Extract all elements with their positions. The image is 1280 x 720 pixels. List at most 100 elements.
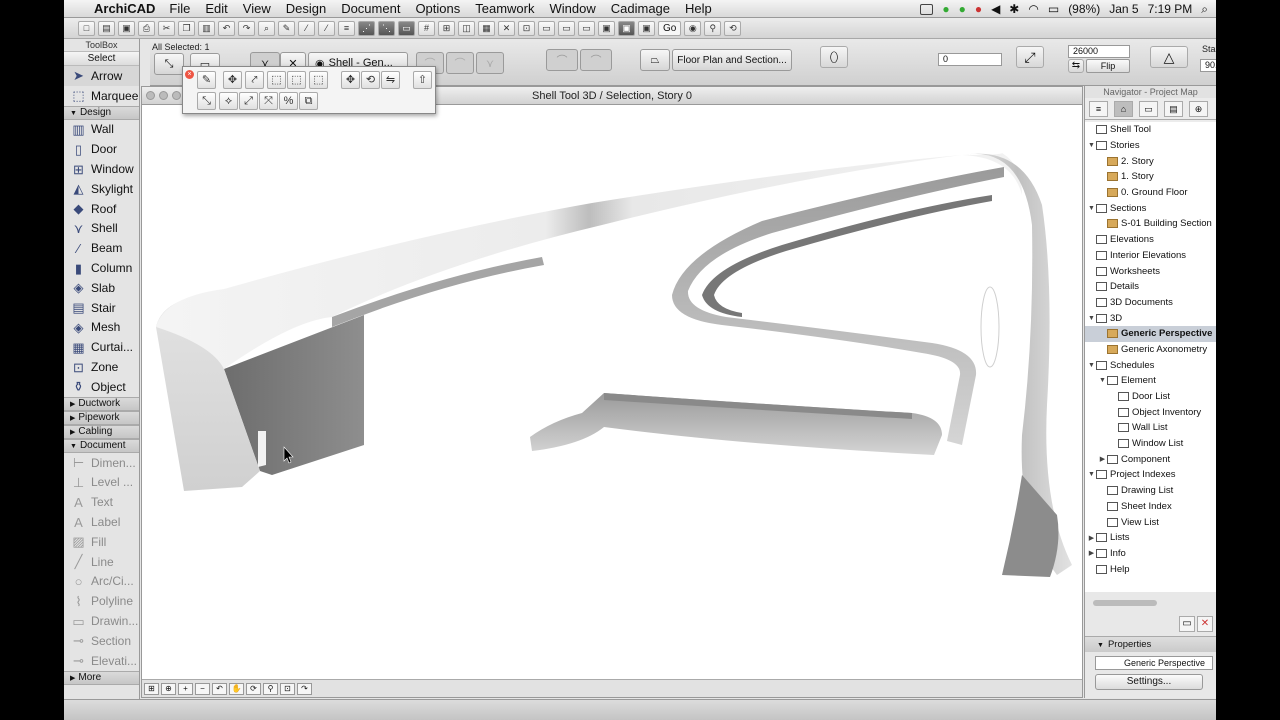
zoom-fit-icon[interactable]: ⊞: [144, 682, 159, 695]
layout-book-tab-icon[interactable]: ▤: [1164, 100, 1183, 117]
rotate-icon[interactable]: ⟲: [361, 71, 380, 89]
selection-settings-button[interactable]: ⤡: [154, 53, 184, 75]
tool-roof[interactable]: ◆ Roof: [64, 199, 139, 219]
view-3d-icon[interactable]: ▣: [598, 20, 615, 36]
tree-item[interactable]: Generic Axonometry: [1085, 342, 1216, 358]
tree-item[interactable]: ▼ Element: [1085, 373, 1216, 389]
drag-icon[interactable]: ✥: [341, 71, 360, 89]
close-window-button[interactable]: [146, 91, 155, 100]
navigator-menu-icon[interactable]: ≡: [1089, 100, 1108, 117]
tree-item[interactable]: 1. Story: [1085, 169, 1216, 185]
multiply-icon[interactable]: %: [279, 92, 298, 110]
tree-item[interactable]: View List: [1085, 514, 1216, 530]
triangle-down-icon[interactable]: ▼: [1087, 205, 1096, 212]
triangle-right-icon[interactable]: ▶: [1098, 455, 1107, 463]
gravity-icon[interactable]: ⋱: [378, 20, 395, 36]
tree-item[interactable]: Object Inventory: [1085, 404, 1216, 420]
offset-edge-icon[interactable]: ⬚: [267, 71, 286, 89]
evernote-status-icon[interactable]: ●: [942, 2, 949, 16]
triangle-down-icon[interactable]: ▼: [1087, 362, 1096, 369]
grid-snap-icon[interactable]: #: [418, 20, 435, 36]
go-dropdown[interactable]: Go: [658, 20, 682, 36]
tree-item[interactable]: Drawing List: [1085, 483, 1216, 499]
mirror-icon[interactable]: ⇋: [381, 71, 400, 89]
orbit-icon[interactable]: ⟲: [724, 20, 742, 36]
menu-file[interactable]: File: [169, 1, 190, 16]
copy-icon[interactable]: ❐: [178, 20, 195, 36]
new-file-icon[interactable]: □: [78, 20, 95, 36]
record-status-icon[interactable]: ●: [975, 2, 982, 16]
fit-icon[interactable]: ⊡: [518, 20, 535, 36]
3d-viewport[interactable]: [142, 105, 1082, 679]
thickness-field[interactable]: 26000: [1068, 45, 1130, 58]
menu-document[interactable]: Document: [341, 1, 400, 16]
zoom-window-button[interactable]: [172, 91, 181, 100]
menu-options[interactable]: Options: [415, 1, 460, 16]
delete-icon[interactable]: ✕: [1197, 616, 1213, 632]
bluetooth-icon[interactable]: ✱: [1009, 2, 1019, 16]
triangle-down-icon[interactable]: ▼: [1098, 377, 1107, 384]
tool-dimension[interactable]: ⊢ Dimen...: [64, 453, 139, 473]
explode-icon[interactable]: ⤧: [259, 92, 278, 110]
pen-icon[interactable]: ✎: [278, 20, 295, 36]
tool-drawing[interactable]: ▭ Drawin...: [64, 611, 139, 631]
layout-icon[interactable]: ▦: [478, 20, 495, 36]
insert-node-icon[interactable]: ⬚: [287, 71, 306, 89]
resize-icon[interactable]: ⤢: [239, 92, 258, 110]
tool-polyline[interactable]: ⌇ Polyline: [64, 591, 139, 611]
tree-item[interactable]: Interior Elevations: [1085, 248, 1216, 264]
tool-skylight[interactable]: ◭ Skylight: [64, 179, 139, 199]
triangle-right-icon[interactable]: ▶: [1087, 549, 1096, 557]
tool-zone[interactable]: ⊡ Zone: [64, 357, 139, 377]
settings-button[interactable]: Settings...: [1095, 674, 1203, 690]
tree-item[interactable]: Details: [1085, 279, 1216, 295]
walk-icon[interactable]: ⚲: [704, 20, 722, 36]
menu-cadimage[interactable]: Cadimage: [611, 1, 670, 16]
tree-item[interactable]: ▶ Lists: [1085, 530, 1216, 546]
revolve-icon[interactable]: ⌒: [446, 52, 474, 74]
save-icon[interactable]: ▣: [118, 20, 135, 36]
starting-angle-field[interactable]: 90.00°: [1200, 59, 1216, 72]
zoom-previous-icon[interactable]: ↶: [212, 682, 227, 695]
tree-item[interactable]: 2. Story: [1085, 153, 1216, 169]
teamwork-icon[interactable]: ▭: [558, 20, 575, 36]
volume-icon[interactable]: ◀: [991, 2, 1000, 16]
properties-header[interactable]: ▼ Properties: [1085, 636, 1216, 652]
tree-item[interactable]: ▼ Project Indexes: [1085, 467, 1216, 483]
suspend-groups-icon[interactable]: ⊞: [438, 20, 455, 36]
pan-icon[interactable]: ✋: [229, 682, 244, 695]
stretch-icon[interactable]: ⤡: [197, 92, 216, 110]
tree-item[interactable]: ▼ Stories: [1085, 138, 1216, 154]
publisher-tab-icon[interactable]: ⊕: [1189, 100, 1208, 117]
tree-scrollbar[interactable]: [1093, 600, 1157, 606]
tool-curtain-wall[interactable]: ▦ Curtai...: [64, 337, 139, 357]
select-header[interactable]: Select: [64, 51, 139, 66]
find-icon[interactable]: ⌕: [258, 20, 275, 36]
guide-lines-icon[interactable]: ⋰: [358, 20, 375, 36]
move-icon[interactable]: ✥: [223, 71, 242, 89]
view-map-tab-icon[interactable]: ▭: [1139, 100, 1158, 117]
tree-item[interactable]: Generic Perspective: [1085, 325, 1216, 342]
undo-icon[interactable]: ↶: [218, 20, 235, 36]
tree-item[interactable]: ▶ Component: [1085, 451, 1216, 467]
tool-wall[interactable]: ▥ Wall: [64, 120, 139, 140]
tree-item[interactable]: Wall List: [1085, 420, 1216, 436]
tree-item[interactable]: ▼ Sections: [1085, 200, 1216, 216]
triangle-down-icon[interactable]: ▼: [1087, 315, 1096, 322]
floor-plan-and-section-button[interactable]: Floor Plan and Section...: [672, 49, 792, 71]
menu-view[interactable]: View: [243, 1, 271, 16]
tree-item[interactable]: Help: [1085, 561, 1216, 577]
tool-level[interactable]: ⊥ Level ...: [64, 473, 139, 493]
orbit-view-icon[interactable]: ⟳: [246, 682, 261, 695]
split-icon[interactable]: ⟡: [219, 92, 238, 110]
tree-item[interactable]: Door List: [1085, 389, 1216, 405]
tree-item[interactable]: 3D Documents: [1085, 295, 1216, 311]
duplicate-icon[interactable]: ⧉: [299, 92, 318, 110]
tree-item[interactable]: Sheet Index: [1085, 499, 1216, 515]
cabling-group-header[interactable]: ▶ Cabling: [64, 424, 139, 439]
publish-icon[interactable]: ▭: [538, 20, 555, 36]
redo-icon[interactable]: ↷: [238, 20, 255, 36]
print-icon[interactable]: ⎙: [138, 20, 155, 36]
tool-text[interactable]: A Text: [64, 492, 139, 512]
open-file-icon[interactable]: ▤: [98, 20, 115, 36]
